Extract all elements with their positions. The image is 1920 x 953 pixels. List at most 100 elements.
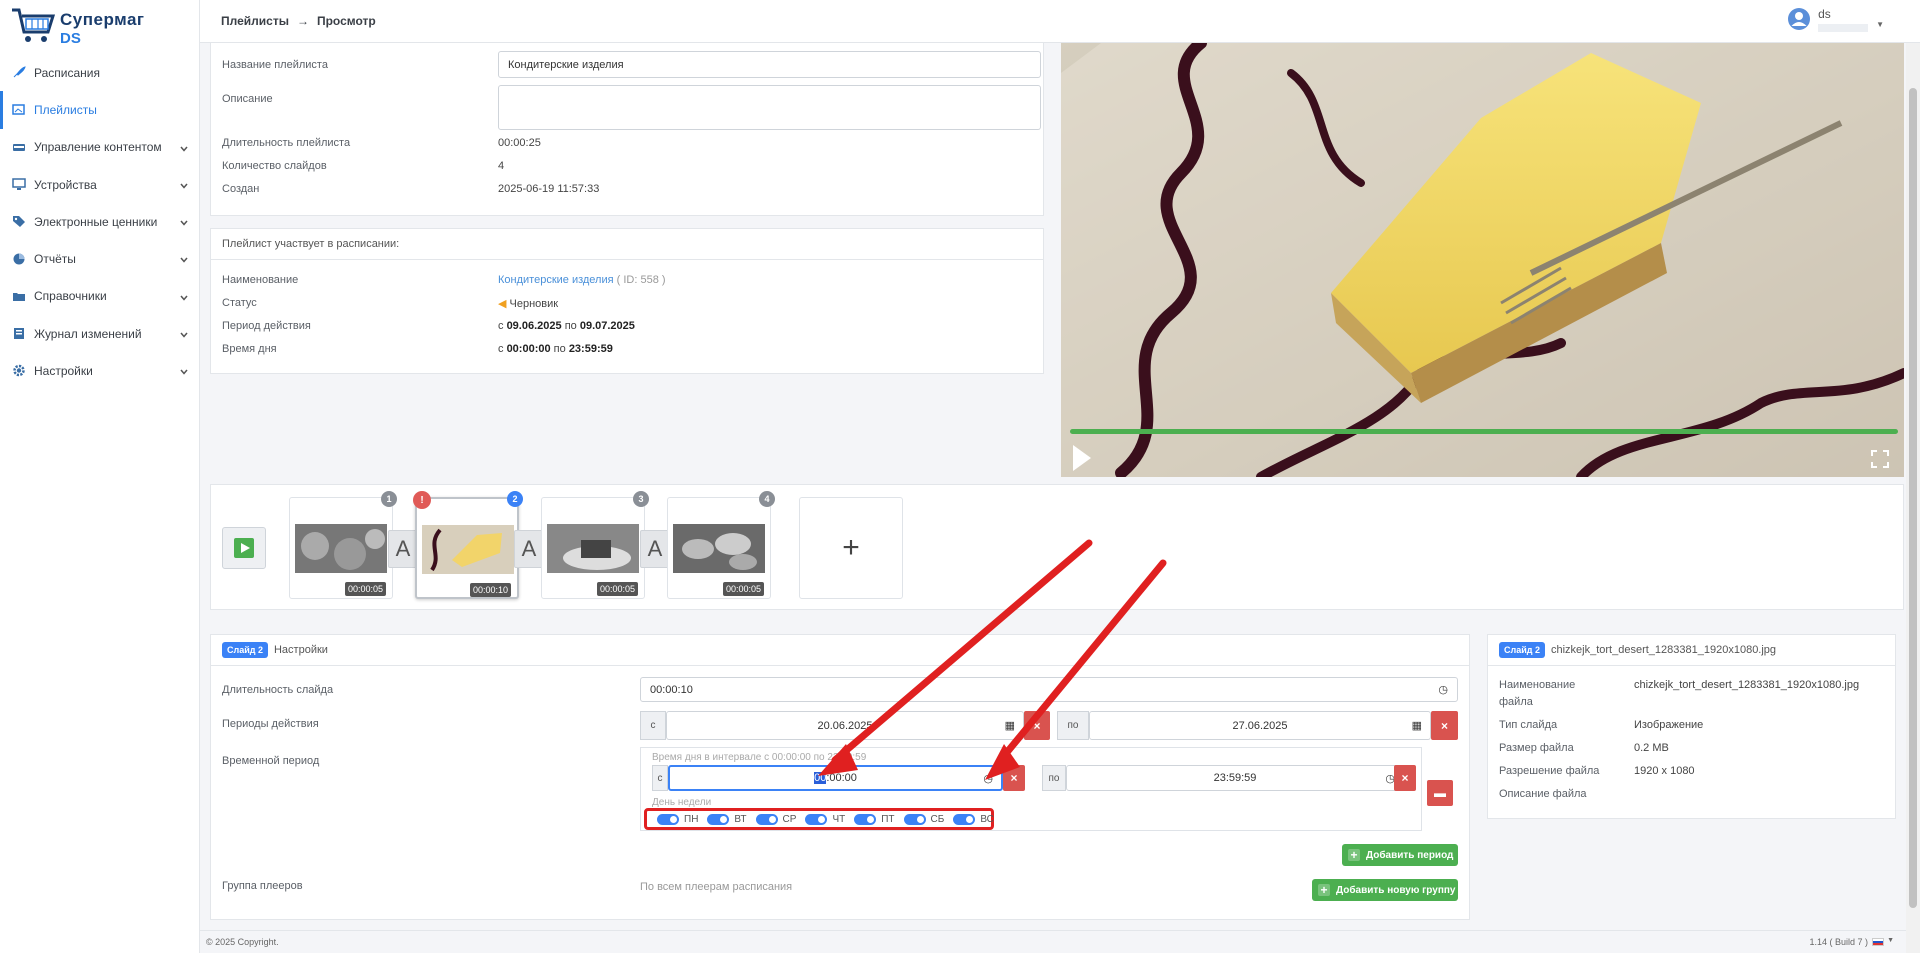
slide-count-label: Количество слайдов	[222, 160, 327, 172]
period-value: с 09.06.2025 по 09.07.2025	[498, 320, 635, 332]
playlist-duration-value: 00:00:25	[498, 137, 541, 149]
player-group-label: Группа плееров	[222, 880, 303, 892]
play-icon[interactable]	[1073, 445, 1091, 471]
remove-period-to-button[interactable]: ×	[1431, 711, 1458, 740]
slide-number-badge: 3	[633, 491, 649, 507]
schedule-panel-title: Плейлист участвует в расписании:	[211, 229, 1043, 260]
transition-button[interactable]: A	[514, 530, 544, 568]
toggle-switch[interactable]	[953, 813, 976, 825]
transition-button[interactable]: A	[388, 530, 418, 568]
sidebar-item-7[interactable]: Журнал изменений	[0, 315, 200, 352]
playlist-duration-label: Длительность плейлиста	[222, 137, 351, 149]
file-name-value: chizkejk_tort_desert_1283381_1920x1080.j…	[1634, 679, 1860, 691]
toggle-switch[interactable]	[755, 813, 778, 825]
remove-period-from-button[interactable]: ×	[1024, 711, 1050, 740]
slide-thumbnail[interactable]: 00:00:05	[541, 497, 645, 599]
file-info-panel: Слайд 2 chizkejk_tort_desert_1283381_1920…	[1487, 634, 1896, 819]
sidebar-item-label: Электронные ценники	[34, 214, 158, 229]
calendar-icon[interactable]: ▦	[1412, 719, 1422, 732]
description-label: Описание	[222, 93, 273, 105]
flag-icon[interactable]	[1872, 938, 1884, 946]
sidebar-item-1[interactable]: Плейлисты	[0, 91, 200, 129]
toggle-switch[interactable]	[657, 813, 679, 825]
clock-icon[interactable]: ◷	[983, 772, 993, 785]
sidebar-item-0[interactable]: Расписания	[0, 54, 200, 91]
clock-icon[interactable]: ◷	[1438, 683, 1448, 696]
logo[interactable]: Супермаг DS	[10, 4, 170, 48]
play-icon	[241, 543, 250, 553]
weekday-toggle[interactable]: ВС	[953, 813, 994, 825]
weekday-toggle[interactable]: ВТ	[707, 813, 747, 825]
plus-icon: +	[1318, 883, 1330, 897]
status-badge: ◀ Черновик	[498, 298, 559, 310]
transition-button[interactable]: A	[640, 530, 670, 568]
slide-count-value: 4	[498, 160, 505, 172]
add-slide-button[interactable]: +	[799, 497, 903, 599]
sidebar-item-2[interactable]: Управление контентом	[0, 129, 200, 166]
playlist-name-input[interactable]: Кондитерские изделия	[498, 51, 1041, 78]
remove-time-from-button[interactable]: ×	[1003, 765, 1025, 791]
slide-settings-panel: Слайд 2 Настройки Длительность слайда 00:…	[210, 634, 1470, 920]
chevron-down-icon[interactable]: ▼	[1887, 937, 1894, 944]
description-textarea[interactable]	[498, 85, 1041, 130]
slide-duration-badge: 00:00:05	[596, 582, 638, 596]
interval-hint: Время дня в интервале с 00:00:00 по 23:5…	[652, 752, 867, 763]
folder-icon	[12, 290, 26, 303]
status-label: Статус	[222, 297, 257, 309]
weekday-label: ВТ	[734, 813, 747, 825]
slide-thumbnail[interactable]: 00:00:05	[667, 497, 771, 599]
weekday-toggle[interactable]: СР	[755, 813, 796, 825]
user-avatar-icon	[1788, 8, 1811, 30]
sidebar-item-4[interactable]: Электронные ценники	[0, 203, 200, 240]
user-menu[interactable]: ds ▼	[1788, 8, 1884, 32]
add-period-button[interactable]: + Добавить период	[1342, 844, 1458, 866]
plus-icon: +	[1348, 848, 1360, 862]
toggle-switch[interactable]	[805, 813, 828, 825]
file-name-title: chizkejk_tort_desert_1283381_1920x1080.j…	[1550, 644, 1777, 656]
warning-icon: !	[413, 491, 431, 509]
sidebar-item-3[interactable]: Устройства	[0, 166, 200, 203]
trash-icon[interactable]: ▬	[1427, 780, 1453, 806]
weekday-toggle[interactable]: СБ	[903, 813, 945, 825]
weekday-toggle[interactable]: ЧТ	[805, 813, 845, 825]
sidebar-item-label: Управление контентом	[34, 140, 162, 155]
slide-type-label: Тип слайда	[1499, 719, 1558, 731]
schedule-link[interactable]: Кондитерские изделия	[498, 274, 614, 286]
gear-icon	[12, 364, 26, 377]
page-scrollbar[interactable]	[1906, 43, 1920, 953]
weekday-toggle[interactable]: ПТ	[854, 813, 895, 825]
time-from-input[interactable]: 00:00:00 ◷	[668, 765, 1003, 791]
file-size-label: Размер файла	[1499, 742, 1574, 754]
weekday-label: ВС	[980, 813, 994, 825]
slide-preview[interactable]	[1061, 43, 1904, 477]
period-from-date[interactable]: 20.06.2025 ▦	[666, 711, 1024, 740]
sidebar-item-8[interactable]: Настройки	[0, 352, 200, 389]
progress-bar[interactable]	[1070, 429, 1898, 434]
sidebar-item-5[interactable]: Отчёты	[0, 240, 200, 277]
fullscreen-icon[interactable]	[1871, 450, 1889, 468]
add-group-button[interactable]: + Добавить новую группу	[1312, 879, 1458, 901]
created-label: Создан	[222, 183, 260, 195]
periods-label: Периоды действия	[222, 718, 319, 730]
toggle-switch[interactable]	[854, 813, 877, 825]
breadcrumb-playlists[interactable]: Плейлисты	[221, 14, 289, 28]
period-to-date[interactable]: 27.06.2025 ▦	[1089, 711, 1431, 740]
play-slides-button[interactable]	[222, 527, 266, 569]
chevron-down-icon: ▼	[1876, 20, 1884, 29]
slide-thumbnail[interactable]: 00:00:05	[289, 497, 393, 599]
weekday-label: СБ	[930, 813, 945, 825]
sidebar-item-6[interactable]: Справочники	[0, 278, 200, 315]
slide-duration-input[interactable]: 00:00:10 ◷	[640, 677, 1458, 702]
images-icon	[12, 103, 26, 116]
weekday-toggle[interactable]: ПН	[657, 813, 698, 825]
breadcrumb: Плейлисты → Просмотр	[221, 14, 376, 28]
remove-time-to-button[interactable]: ×	[1394, 765, 1416, 791]
time-to-input[interactable]: 23:59:59 ◷	[1066, 765, 1404, 791]
toggle-switch[interactable]	[903, 813, 926, 825]
slide-thumbnail[interactable]: 00:00:10	[415, 497, 519, 599]
chevron-down-icon	[180, 365, 188, 376]
cart-logo-icon	[12, 8, 56, 42]
toggle-switch[interactable]	[707, 813, 730, 825]
calendar-icon[interactable]: ▦	[1005, 719, 1015, 732]
time-of-day-value: с 00:00:00 по 23:59:59	[498, 343, 613, 355]
